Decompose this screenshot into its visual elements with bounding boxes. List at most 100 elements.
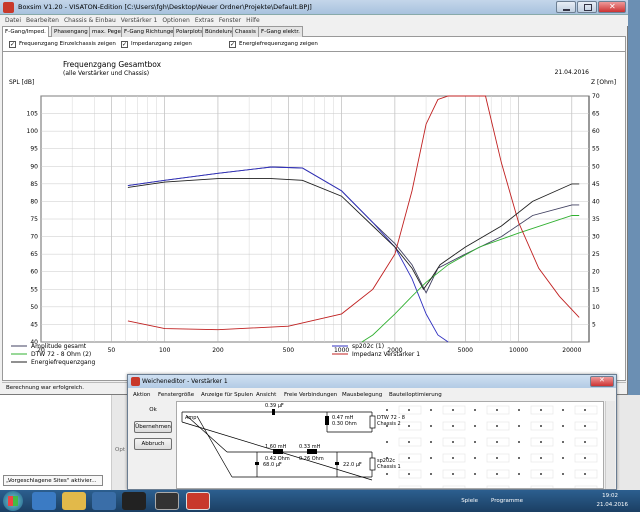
y-tick-label-left: 70 [30, 234, 38, 241]
empty-slot [398, 469, 422, 479]
ok-button[interactable]: Ok [134, 405, 172, 417]
l2-value: 1.60 mH [265, 444, 287, 450]
maximize-icon [584, 4, 592, 11]
dlg-menu-spulen[interactable]: Anzeige für Spulen [201, 392, 253, 398]
grid-dot [408, 409, 410, 411]
minimize-button[interactable] [556, 1, 576, 13]
suggested-sites-button[interactable]: „Vorgeschlagene Sites" aktivier... [3, 475, 103, 486]
grid-dot [540, 441, 542, 443]
grid-dot [452, 457, 454, 459]
title-bar: Boxsim V1.20 - VISATON-Edition [C:\Users… [0, 0, 628, 15]
tray-programme[interactable]: Programme [491, 498, 523, 504]
dialog-close-button[interactable]: ✕ [590, 376, 614, 387]
chart-subtitle: (alle Verstärker und Chassis) [63, 70, 149, 77]
maximize-button[interactable] [577, 1, 597, 13]
menu-bearbeiten[interactable]: Bearbeiten [26, 17, 59, 24]
grid-dot [430, 425, 432, 427]
checkbox-einzelchassis[interactable]: ✓ [9, 41, 16, 48]
grid-dot [518, 425, 520, 427]
grid-dot [562, 473, 564, 475]
dlg-menu-ansicht[interactable]: Ansicht [256, 392, 276, 398]
cap-c3[interactable] [335, 462, 339, 465]
speaker-woofer[interactable] [369, 457, 376, 471]
apply-button[interactable]: Übernehmen [134, 421, 172, 433]
y-tick-label-left: 65 [30, 251, 38, 258]
woofer-chassis: Chassis 1 [377, 464, 401, 470]
y-tick-label-right: 5 [592, 321, 596, 328]
menu-optionen[interactable]: Optionen [162, 17, 190, 24]
cap-c1[interactable] [272, 409, 275, 415]
empty-slot [530, 469, 554, 479]
dlg-menu-bauteiloptimierung[interactable]: Bauteiloptimierung [389, 392, 442, 398]
menu-fenster[interactable]: Fenster [219, 17, 241, 24]
grid-dot [386, 473, 388, 475]
cap-c2[interactable] [255, 462, 259, 465]
y-tick-label-right: 30 [592, 234, 600, 241]
y-tick-label-right: 65 [592, 111, 600, 118]
x-tick-label: 200 [212, 347, 224, 354]
start-button[interactable] [3, 491, 23, 511]
coil-l1[interactable] [325, 416, 329, 425]
empty-slot [574, 405, 598, 415]
empty-slot [574, 453, 598, 463]
grid-dot [430, 409, 432, 411]
speaker-tweeter[interactable] [369, 415, 376, 429]
checkbox-energie[interactable]: ✓ [229, 41, 236, 48]
grid-dot [452, 409, 454, 411]
grid-dot [386, 441, 388, 443]
grid-dot [474, 425, 476, 427]
menu-chassis[interactable]: Chassis & Einbau [64, 17, 116, 24]
dlg-menu-fenstergroesse[interactable]: Fenstergröße [158, 392, 194, 398]
menu-verstaerker[interactable]: Verstärker 1 [121, 17, 158, 24]
y-tick-label-right: 70 [592, 93, 600, 100]
grid-dot [562, 457, 564, 459]
empty-slot [398, 405, 422, 415]
y-tick-label-right: 45 [592, 181, 600, 188]
taskbar-app-icon[interactable] [92, 492, 116, 510]
taskbar-explorer-icon[interactable] [62, 492, 86, 510]
legend-label: Amplitude gesamt [31, 343, 87, 350]
checkbox-impedanz[interactable]: ✓ [121, 41, 128, 48]
tab-fgang-richtungen[interactable]: F-Gang Richtungen [121, 26, 181, 37]
tray-date: 21.04.2016 [596, 502, 629, 508]
grid-dot [408, 425, 410, 427]
grid-dot [474, 441, 476, 443]
grid-dots [386, 409, 586, 475]
l3-res: 0.26 Ohm [299, 456, 324, 462]
y-tick-label-left: 105 [27, 111, 39, 118]
close-button[interactable]: ✕ [598, 1, 626, 13]
grid-dot [540, 425, 542, 427]
dlg-menu-aktion[interactable]: Aktion [133, 392, 150, 398]
empty-slot [398, 437, 422, 447]
x-tick-label: 20000 [562, 347, 581, 354]
taskbar-boxsim-icon[interactable] [186, 492, 210, 510]
y-tick-label-right: 35 [592, 216, 600, 223]
tray-spiele[interactable]: Spiele [461, 498, 478, 504]
tab-chassis[interactable]: Chassis [232, 26, 259, 37]
grid-dot [408, 441, 410, 443]
y-tick-label-left: 55 [30, 286, 38, 293]
dlg-menu-verbindungen[interactable]: Freie Verbindungen [284, 392, 337, 398]
dialog-scrollbar[interactable] [605, 401, 615, 489]
grid-dot [430, 457, 432, 459]
y-axis-right-label: Z [Ohm] [591, 79, 616, 86]
menu-hilfe[interactable]: Hilfe [246, 17, 260, 24]
cancel-button[interactable]: Abbruch [134, 438, 172, 450]
taskbar-ie-icon[interactable] [32, 492, 56, 510]
dlg-menu-mausbelegung[interactable]: Mausbelegung [342, 392, 382, 398]
taskbar-media-icon[interactable] [122, 492, 146, 510]
l3-value: 0.33 mH [299, 444, 321, 450]
empty-slot [398, 485, 422, 488]
tab-phasengang[interactable]: Phasengang [51, 26, 91, 37]
tab-max-pegel[interactable]: max. Pegel [89, 26, 126, 37]
label-einzelchassis: Frequenzgang Einzelchassis zeigen [19, 41, 116, 47]
y-tick-label-right: 15 [592, 286, 600, 293]
boxsim-window: Boxsim V1.20 - VISATON-Edition [C:\Users… [0, 0, 628, 395]
menu-datei[interactable]: Datei [5, 17, 21, 24]
taskbar-player-icon[interactable] [155, 492, 179, 510]
grid-dot [540, 409, 542, 411]
tab-fgang-elektr[interactable]: F-Gang elektr. [258, 26, 303, 37]
y-tick-label-left: 85 [30, 181, 38, 188]
menu-extras[interactable]: Extras [195, 17, 214, 24]
grid-dot [562, 409, 564, 411]
